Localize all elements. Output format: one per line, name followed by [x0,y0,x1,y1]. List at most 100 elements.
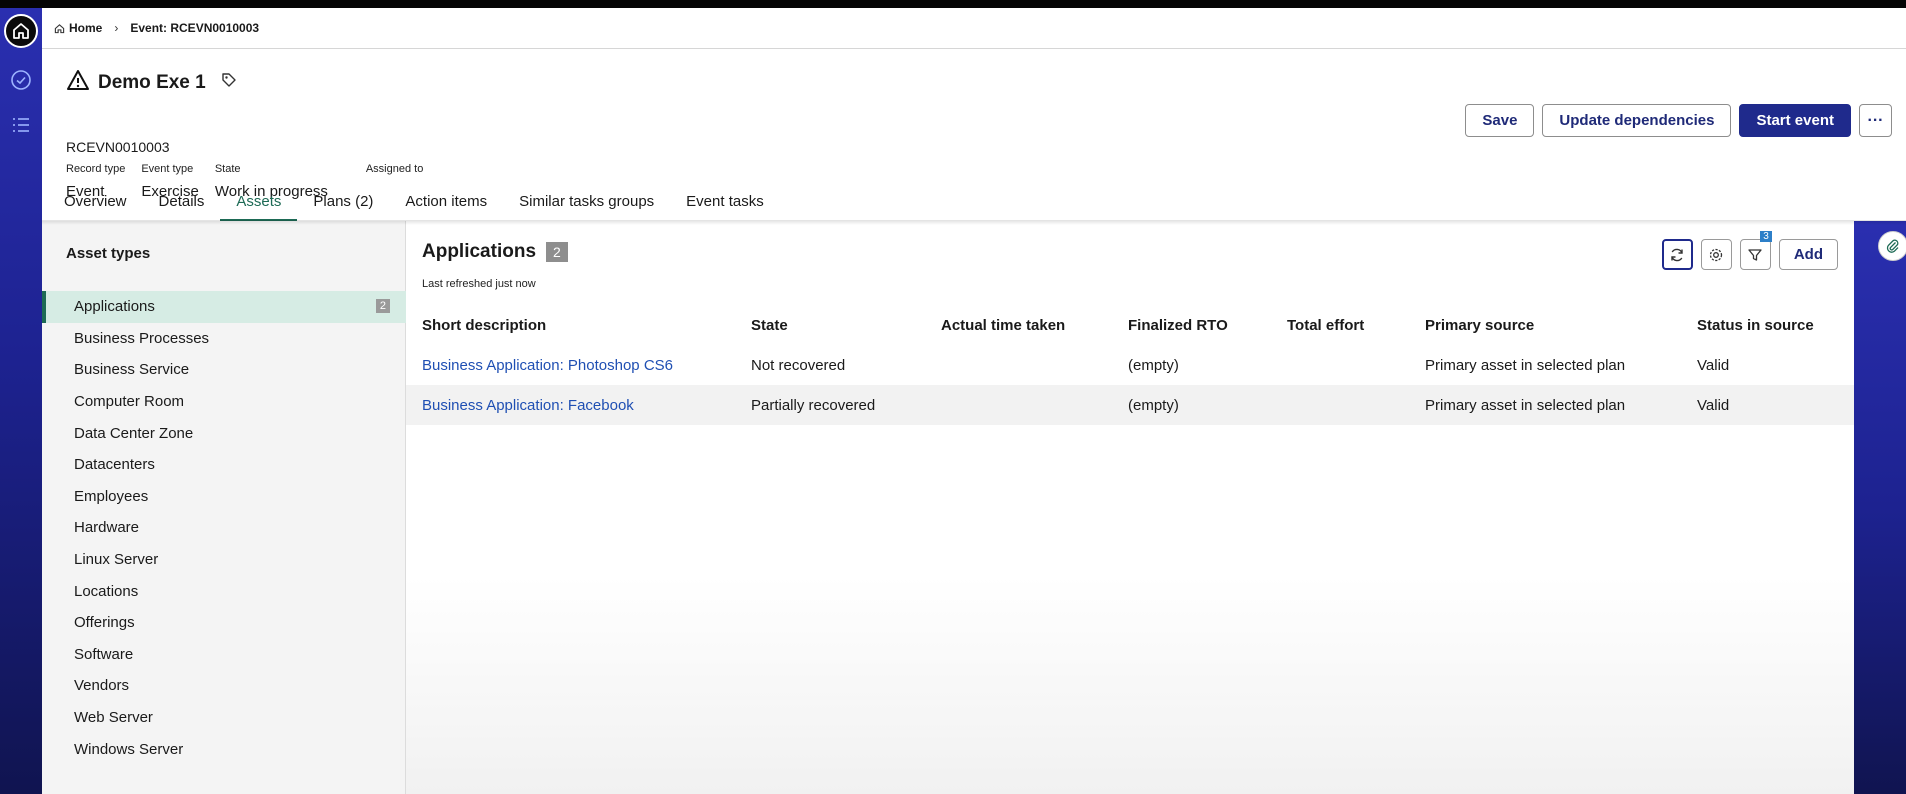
applications-list: Applications 2 Last refreshed just now 3… [406,221,1854,794]
start-event-button[interactable]: Start event [1739,104,1851,137]
asset-type-software[interactable]: Software [42,639,406,671]
asset-link[interactable]: Business Application: Facebook [406,397,735,414]
tag-icon[interactable] [220,71,238,94]
table-cell: Primary asset in selected plan [1425,396,1626,414]
column-header[interactable]: Status in source [1681,317,1854,334]
table-cell: Valid [1697,396,1730,414]
home-small-icon [54,23,65,33]
right-side-rail [1854,221,1906,794]
table-cell: Partially recovered [751,396,876,414]
more-actions-button[interactable]: ··· [1859,104,1892,137]
breadcrumb-current[interactable]: Event: RCEVN0010003 [130,21,259,35]
table-row[interactable]: Business Application: Photoshop CS6 Not … [406,345,1854,385]
asset-type-datacenters[interactable]: Datacenters [42,449,406,481]
asset-type-vendors[interactable]: Vendors [42,670,406,702]
assets-table: Short description State Actual time take… [406,305,1854,425]
asset-type-hardware[interactable]: Hardware [42,512,406,544]
gear-icon[interactable] [1700,239,1732,270]
field-label: State [214,163,241,175]
asset-type-linux-server[interactable]: Linux Server [42,544,406,576]
update-dependencies-button[interactable]: Update dependencies [1542,104,1732,137]
asset-type-computer-room[interactable]: Computer Room [42,386,406,418]
field-label: Record type [66,163,126,175]
tab-action-items[interactable]: Action items [389,187,503,221]
asset-types-list: Applications 2 Business Processes Busine… [42,291,406,765]
table-cell: Valid [1697,356,1730,374]
asset-type-count: 2 [375,299,390,313]
list-toolbar: 3 Add [1661,231,1838,270]
record-workspace: Home › Event: RCEVN0010003 Demo Exe 1 RC… [42,8,1906,794]
tab-details[interactable]: Details [143,187,221,221]
column-header[interactable]: Short description [406,317,735,334]
tab-event-tasks[interactable]: Event tasks [670,187,780,221]
chevron-right-icon: › [114,21,119,35]
refresh-icon[interactable] [1661,239,1693,270]
filter-icon[interactable]: 3 [1739,231,1772,270]
asset-type-label: Business Processes [74,329,210,347]
asset-type-business-service[interactable]: Business Service [42,354,406,386]
tab-similar-tasks-groups[interactable]: Similar tasks groups [503,187,670,221]
top-strip [0,0,1906,8]
column-header[interactable]: State [735,317,925,334]
asset-type-label: Offerings [74,614,135,632]
list-count-badge: 2 [546,242,568,262]
asset-type-label: Computer Room [74,393,185,411]
asset-type-locations[interactable]: Locations [42,575,406,607]
last-refreshed-text: Last refreshed just now [422,278,536,290]
table-header-row: Short description State Actual time take… [406,305,1854,345]
table-cell: Primary asset in selected plan [1425,356,1626,374]
asset-type-label: Web Server [74,709,153,727]
asset-type-business-processes[interactable]: Business Processes [42,323,406,355]
filter-count-badge: 3 [1760,231,1772,242]
left-nav-rail [0,8,42,794]
list-icon[interactable] [4,108,38,142]
asset-types-heading: Asset types [66,245,151,262]
column-header[interactable]: Primary source [1409,317,1681,334]
header-actions: Save Update dependencies Start event ··· [1465,104,1892,137]
asset-type-employees[interactable]: Employees [42,481,406,513]
table-cell: (empty) [1128,396,1179,414]
asset-type-label: Vendors [74,677,130,695]
paperclip-icon[interactable] [1878,231,1906,261]
breadcrumb-home[interactable]: Home [54,21,102,35]
table-row[interactable]: Business Application: Facebook Partially… [406,385,1854,425]
field-label: Assigned to [365,163,424,175]
asset-type-label: Locations [74,582,139,600]
asset-link[interactable]: Business Application: Photoshop CS6 [406,357,735,374]
column-header[interactable]: Finalized RTO [1112,317,1271,334]
asset-type-label: Business Service [74,361,190,379]
asset-type-label: Software [74,645,134,663]
asset-type-label: Datacenters [74,456,155,474]
field-label: Event type [141,163,194,175]
list-title: Applications [422,241,537,262]
asset-type-offerings[interactable]: Offerings [42,607,406,639]
record-number: RCEVN0010003 [66,139,170,155]
asset-type-data-center-zone[interactable]: Data Center Zone [42,417,406,449]
save-button[interactable]: Save [1465,104,1535,137]
asset-type-label: Linux Server [74,551,159,569]
table-cell: (empty) [1128,356,1179,374]
record-title: Demo Exe 1 [98,71,206,93]
breadcrumb-home-label: Home [69,21,103,35]
tab-plans[interactable]: Plans (2) [297,187,389,221]
asset-types-panel: Asset types Applications 2 Business Proc… [42,221,406,794]
asset-type-label: Hardware [74,519,140,537]
asset-type-label: Data Center Zone [74,424,194,442]
column-header[interactable]: Total effort [1271,317,1409,334]
table-cell: Not recovered [751,356,846,374]
tab-assets[interactable]: Assets [220,187,298,221]
add-button[interactable]: Add [1778,239,1838,270]
home-icon[interactable] [4,14,38,48]
asset-type-label: Applications [74,298,155,316]
tab-overview[interactable]: Overview [48,187,143,221]
asset-type-windows-server[interactable]: Windows Server [42,733,406,765]
column-header[interactable]: Actual time taken [925,317,1112,334]
record-tabs: Overview Details Assets Plans (2) Action… [48,187,780,221]
breadcrumb: Home › Event: RCEVN0010003 [42,8,1906,49]
header-shadow [42,220,1906,225]
check-circle-icon[interactable] [4,63,38,97]
asset-type-web-server[interactable]: Web Server [42,702,406,734]
asset-type-label: Employees [74,487,149,505]
assets-content: Asset types Applications 2 Business Proc… [42,221,1906,794]
asset-type-applications[interactable]: Applications 2 [42,291,406,323]
